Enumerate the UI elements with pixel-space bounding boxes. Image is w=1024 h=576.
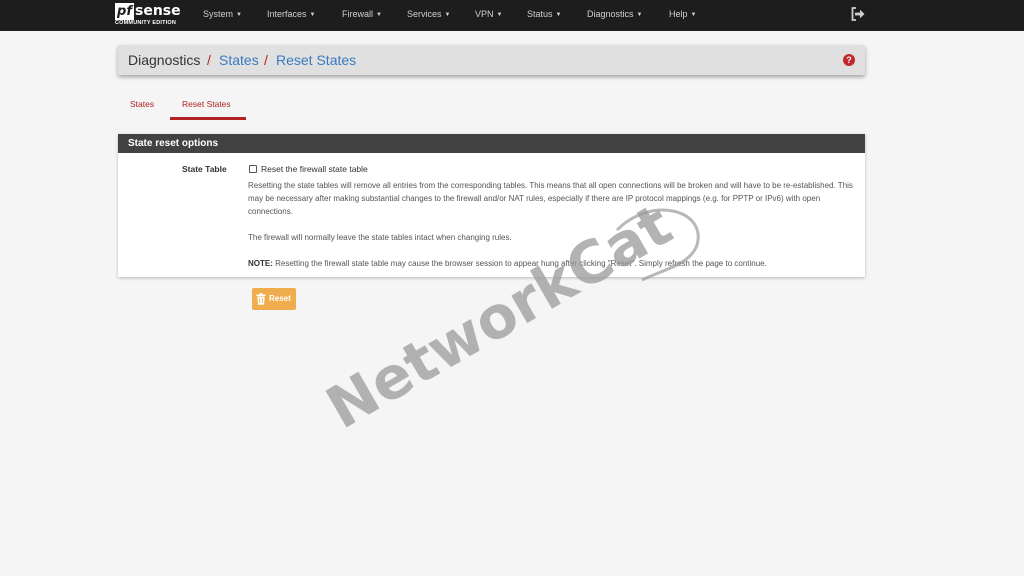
caret-down-icon: ▼ [496, 12, 503, 18]
caret-down-icon: ▼ [236, 12, 242, 18]
panel-title: State reset options [128, 138, 219, 149]
reset-button[interactable]: Reset [252, 288, 296, 310]
reset-state-table-checkbox[interactable] [249, 165, 257, 173]
menu-services[interactable]: Services ▼ [407, 9, 450, 19]
menu-status[interactable]: Status ▼ [527, 9, 561, 19]
tab-states[interactable]: States [130, 99, 154, 109]
caret-down-icon: ▼ [636, 12, 643, 18]
caret-down-icon: ▼ [376, 12, 382, 18]
trash-icon [256, 293, 266, 305]
breadcrumb-diagnostics: Diagnostics [128, 52, 201, 68]
logo-edition-text: COMMUNITY EDITION [115, 20, 177, 26]
caret-down-icon: ▼ [555, 12, 562, 18]
pfsense-logo[interactable]: pf sense COMMUNITY EDITION [115, 3, 185, 29]
sign-out-icon[interactable] [851, 7, 865, 21]
breadcrumb-states-link[interactable]: States [219, 52, 259, 68]
help-text-rules: The firewall will normally leave the sta… [248, 233, 512, 242]
breadcrumb-reset-states-link[interactable]: Reset States [276, 52, 356, 68]
breadcrumb: Diagnostics / States / Reset States ? [118, 45, 865, 75]
caret-down-icon: ▼ [309, 12, 316, 18]
reset-state-table-checkbox-label[interactable]: Reset the firewall state table [261, 164, 368, 174]
help-text-reset: Resetting the state tables will remove a… [248, 181, 853, 216]
panel-heading: State reset options [118, 134, 865, 153]
help-icon[interactable]: ? [843, 54, 855, 66]
state-reset-panel: State reset options State Table Reset th… [118, 134, 865, 277]
menu-vpn[interactable]: VPN ▼ [475, 9, 502, 19]
note-label: NOTE: [248, 259, 273, 268]
caret-down-icon: ▼ [690, 12, 697, 18]
logo-sense-text: sense [135, 3, 181, 19]
logo-pf-box: pf [115, 3, 134, 20]
tab-reset-states[interactable]: Reset States [182, 99, 231, 109]
top-navbar: pf sense COMMUNITY EDITION System ▼ Inter… [0, 0, 1024, 31]
breadcrumb-separator: / [207, 52, 211, 68]
menu-diagnostics[interactable]: Diagnostics ▼ [587, 9, 642, 19]
menu-system[interactable]: System ▼ [203, 9, 242, 19]
breadcrumb-separator: / [264, 52, 268, 68]
active-tab-indicator [170, 117, 246, 120]
caret-down-icon: ▼ [444, 12, 451, 18]
menu-firewall[interactable]: Firewall ▼ [342, 9, 382, 19]
state-table-label: State Table [182, 164, 227, 174]
help-text-note: NOTE: Resetting the firewall state table… [248, 257, 853, 270]
note-text: Resetting the firewall state table may c… [272, 259, 767, 268]
menu-interfaces[interactable]: Interfaces ▼ [267, 9, 315, 19]
reset-button-label: Reset [269, 294, 291, 303]
menu-help[interactable]: Help ▼ [669, 9, 696, 19]
